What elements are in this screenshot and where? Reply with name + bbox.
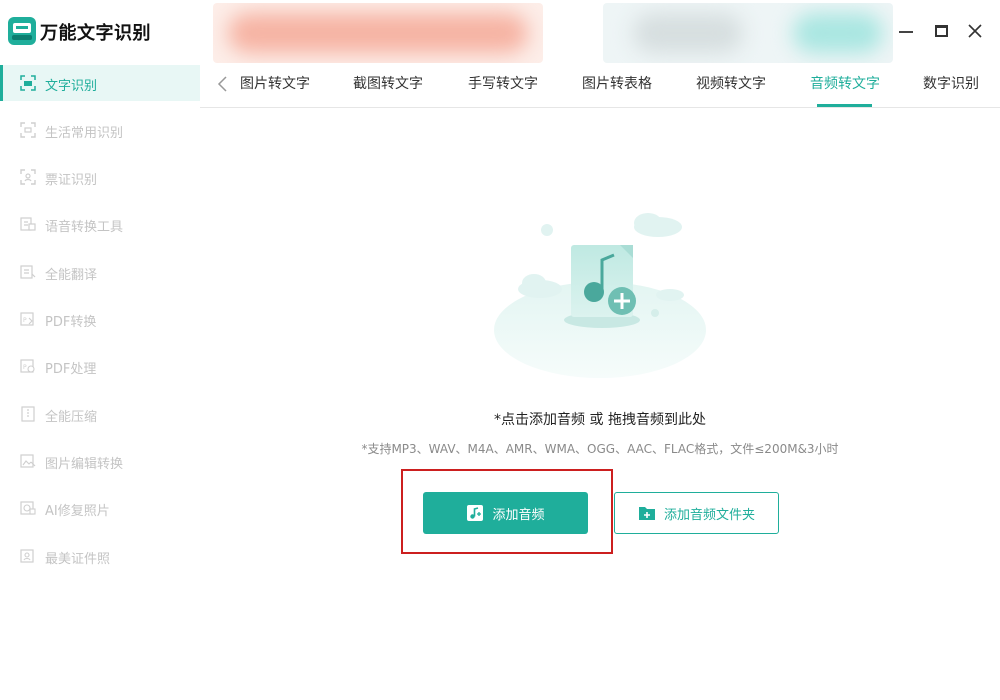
sidebar-item-pdf-process[interactable]: P PDF处理 [0,348,200,384]
sidebar-item-voice-tools[interactable]: 语音转换工具 [0,206,200,242]
sidebar-item-pdf-convert[interactable]: P PDF转换 [0,301,200,337]
close-icon[interactable] [964,20,986,42]
sidebar-item-ticket-recognition[interactable]: 票证识别 [0,159,200,195]
sidebar-item-life-recognition[interactable]: 生活常用识别 [0,112,200,148]
sidebar-item-label: 语音转换工具 [45,220,124,235]
voice-convert-icon [20,217,36,231]
tab-audio-to-text[interactable]: 音频转文字 [810,73,880,93]
sidebar-item-text-recognition[interactable]: 文字识别 [0,65,200,101]
tab-image-to-table[interactable]: 图片转表格 [582,73,652,93]
music-add-icon [467,505,484,521]
audio-file-add-icon[interactable] [490,205,720,385]
sidebar-item-label: 全能翻译 [45,268,98,283]
minimize-icon[interactable] [895,20,917,42]
pdf-convert-icon: P [20,312,34,326]
chevron-left-icon[interactable] [214,74,232,94]
sidebar-item-compress[interactable]: 全能压缩 [0,396,200,432]
sidebar-item-ai-photo[interactable]: AI修复照片 [0,490,200,526]
ad-banner-right[interactable] [603,3,893,63]
upload-hint: *点击添加音频 或 拖拽音频到此处 [494,412,706,428]
id-photo-icon [20,549,34,563]
sidebar-item-translate[interactable]: 全能翻译 [0,254,200,290]
tab-screenshot-to-text[interactable]: 截图转文字 [353,73,423,93]
folder-add-icon [638,507,655,520]
sidebar-item-label: 文字识别 [45,79,98,94]
add-audio-label: 添加音频 [492,507,545,523]
add-audio-folder-label: 添加音频文件夹 [663,507,755,523]
sidebar-item-label: 生活常用识别 [45,126,124,141]
app-logo-icon [8,17,36,45]
pdf-process-icon: P [20,359,35,373]
maximize-icon[interactable] [930,20,952,42]
ai-photo-icon [20,501,36,515]
tab-video-to-text[interactable]: 视频转文字 [696,73,766,93]
sidebar-item-label: PDF转换 [45,315,97,330]
tab-number-recognition[interactable]: 数字识别 [923,73,979,93]
svg-text:P: P [23,317,27,324]
supported-formats: *支持MP3、WAV、M4A、AMR、WMA、OGG、AAC、FLAC格式，文件… [361,442,839,456]
tab-image-to-text[interactable]: 图片转文字 [240,73,310,93]
id-scan-icon [20,169,36,185]
text-scan-icon [20,75,36,91]
feature-tabs: 图片转文字 截图转文字 手写转文字 图片转表格 视频转文字 音频转文字 数字识别 [200,64,1000,108]
title-bar: 万能文字识别 [0,0,1000,64]
sidebar-item-image-edit[interactable]: 图片编辑转换 [0,443,200,479]
translate-icon [20,265,36,279]
ad-banner-left[interactable] [213,3,543,63]
sidebar-item-label: 图片编辑转换 [45,457,124,472]
tab-handwriting-to-text[interactable]: 手写转文字 [468,73,538,93]
image-edit-icon [20,454,36,468]
sidebar-item-id-photo[interactable]: 最美证件照 [0,538,200,574]
svg-text:P: P [23,364,27,371]
scan-frame-icon [20,122,36,138]
sidebar-item-label: 最美证件照 [45,552,111,567]
add-audio-folder-button[interactable]: 添加音频文件夹 [614,492,779,534]
sidebar-item-label: 全能压缩 [45,410,98,425]
sidebar: 文字识别 生活常用识别 票证识别 语音转换工具 全能翻译 P PDF转换 P P… [0,64,200,700]
compress-icon [21,406,35,422]
add-audio-button[interactable]: 添加音频 [423,492,588,534]
sidebar-item-label: PDF处理 [45,362,97,377]
app-title: 万能文字识别 [40,23,151,44]
active-tab-indicator [817,104,872,107]
sidebar-item-label: 票证识别 [45,173,98,188]
sidebar-item-label: AI修复照片 [45,504,110,519]
